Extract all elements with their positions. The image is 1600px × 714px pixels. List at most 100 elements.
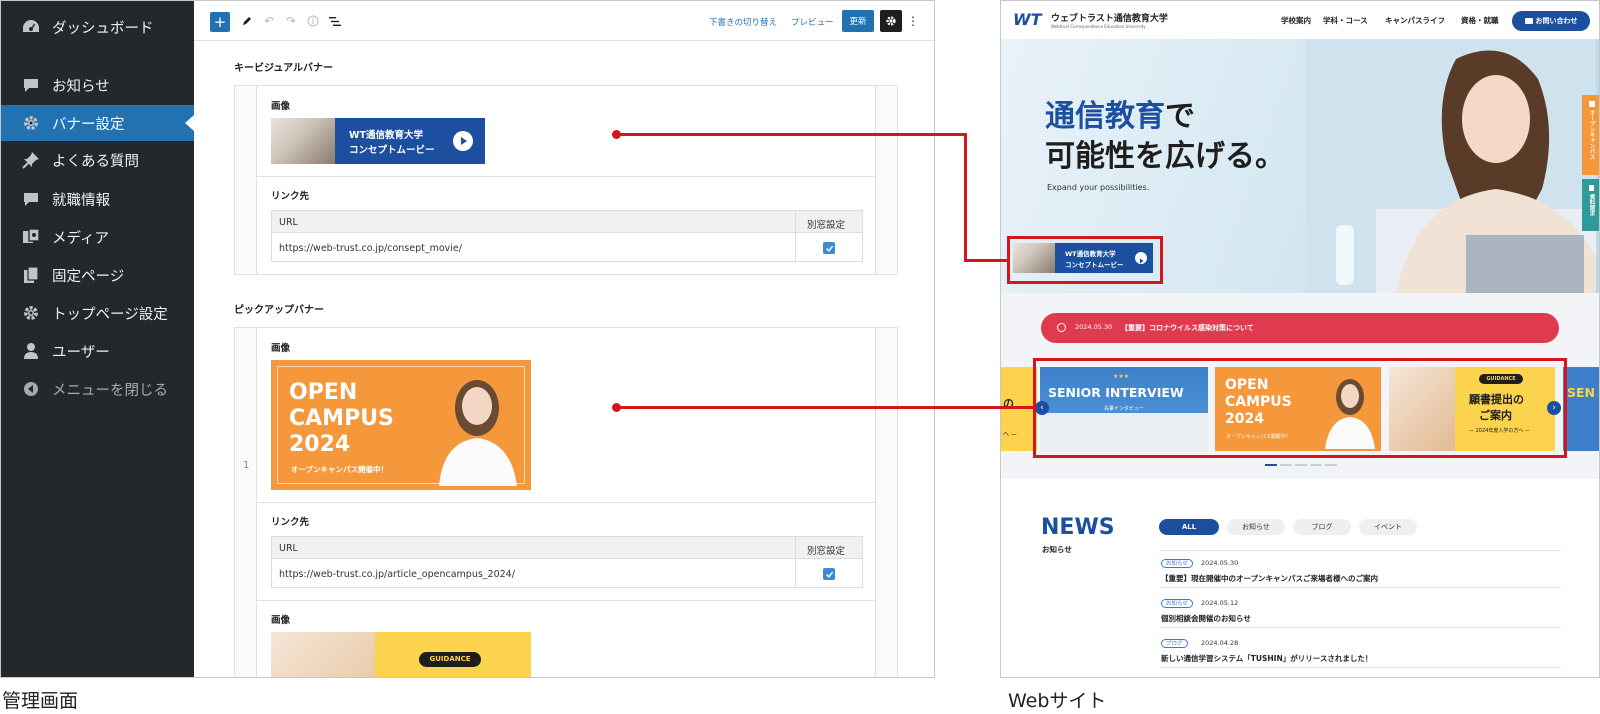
admin-screen: ダッシュボードお知らせバナー設定よくある質問 就職情報 メディア固定ページトップペー… bbox=[0, 0, 935, 678]
new-window-checkbox[interactable] bbox=[823, 568, 835, 580]
hero-headline-line1: 通信教育で bbox=[1045, 91, 1195, 135]
url-column-header: URL bbox=[279, 543, 298, 554]
filter-all[interactable]: ALL bbox=[1159, 519, 1219, 535]
nav-campus-life[interactable]: キャンパスライフ bbox=[1385, 15, 1445, 26]
nav-courses[interactable]: 学科・コース bbox=[1323, 15, 1368, 26]
switch-draft-link[interactable]: 下書きの切り替え bbox=[709, 16, 777, 28]
info-icon[interactable] bbox=[304, 12, 322, 30]
key-visual-banner-image[interactable]: WT通信教育大学 コンセプトムービー bbox=[271, 118, 485, 164]
sidebar-item-label: トップページ設定 bbox=[52, 306, 168, 323]
divider bbox=[1161, 587, 1561, 588]
partial-text: SEN bbox=[1567, 385, 1596, 400]
dashboard-icon bbox=[20, 16, 42, 38]
carousel-partial-left[interactable]: の へ — bbox=[1001, 367, 1037, 451]
contact-button[interactable]: お問い合わせ bbox=[1512, 11, 1590, 31]
filter-event[interactable]: イベント bbox=[1359, 519, 1417, 535]
sidebar-item-media[interactable]: メディア bbox=[1, 219, 194, 255]
nav-qualification[interactable]: 資格・就職 bbox=[1461, 15, 1499, 26]
news-item[interactable]: お知らせ 2024.05.12 個別相談会開催のお知らせ bbox=[1161, 599, 1561, 629]
alert-icon bbox=[1057, 323, 1066, 332]
carousel-dot[interactable] bbox=[1325, 464, 1337, 466]
admin-caption: 管理画面 bbox=[2, 690, 79, 712]
side-tab-request[interactable]: 資料請求 bbox=[1582, 179, 1599, 231]
block-editor: + ↶ ↷ 下書きの切り替え プレビュー 更新 ⋮ キービジュアルバナー 画像 … bbox=[194, 1, 934, 677]
row-gutter bbox=[235, 86, 257, 274]
key-visual-section-label: キービジュアルバナー bbox=[234, 63, 333, 74]
sidebar-item-jobs[interactable]: 就職情報 bbox=[1, 181, 194, 217]
sidebar-item-banner-settings[interactable]: バナー設定 bbox=[1, 105, 194, 141]
filter-blog[interactable]: ブログ bbox=[1293, 519, 1351, 535]
image-field-label: 画像 bbox=[271, 343, 291, 354]
news-item[interactable]: お知らせ 2024.05.30 【重要】現在開催中のオープンキャンパスご来場者様… bbox=[1161, 559, 1561, 589]
more-options-icon[interactable]: ⋮ bbox=[906, 12, 920, 30]
sidebar-item-top-page-settings[interactable]: トップページ設定 bbox=[1, 295, 194, 331]
banner-year-text: 2024 bbox=[289, 432, 351, 457]
comment-icon bbox=[20, 74, 42, 96]
divider bbox=[257, 600, 875, 601]
banner-open-text: OPEN bbox=[289, 380, 358, 405]
carousel-partial-right[interactable]: SEN bbox=[1563, 367, 1599, 451]
carousel-dot-active[interactable] bbox=[1265, 464, 1277, 466]
sidebar-item-label: バナー設定 bbox=[52, 116, 125, 133]
sidebar-item-news[interactable]: お知らせ bbox=[1, 67, 194, 103]
sidebar-item-label: ダッシュボード bbox=[52, 20, 154, 37]
sidebar-item-faq[interactable]: よくある質問 bbox=[1, 142, 194, 178]
update-button[interactable]: 更新 bbox=[842, 10, 874, 32]
sidebar-item-label: ユーザー bbox=[52, 344, 110, 361]
editor-toolbar: + ↶ ↷ 下書きの切り替え プレビュー 更新 ⋮ bbox=[194, 1, 934, 41]
column-divider bbox=[795, 537, 796, 587]
preview-link[interactable]: プレビュー bbox=[791, 16, 834, 28]
logo-mark[interactable]: WT bbox=[1013, 10, 1042, 29]
news-title-text: 新しい通信学習システム「TUSHIN」がリリースされました！ bbox=[1161, 654, 1373, 663]
connector-line bbox=[964, 133, 967, 262]
filter-news[interactable]: お知らせ bbox=[1227, 519, 1285, 535]
media-icon bbox=[20, 226, 42, 248]
logo-subtitle: Webtrust Correspondence Education Univer… bbox=[1051, 24, 1146, 29]
side-tab-request-label: 資料請求 bbox=[1588, 194, 1595, 216]
sidebar-item-collapse-menu[interactable]: メニューを閉じる bbox=[1, 371, 194, 407]
new-window-checkbox[interactable] bbox=[823, 242, 835, 254]
pencil-icon[interactable] bbox=[238, 12, 256, 30]
hero-headline-accent: 通信教育 bbox=[1045, 99, 1165, 134]
carousel-dot[interactable] bbox=[1310, 464, 1322, 466]
pin-icon bbox=[20, 149, 42, 171]
sidebar-item-label: 固定ページ bbox=[52, 268, 125, 285]
add-block-button[interactable]: + bbox=[210, 12, 230, 32]
redo-icon[interactable]: ↷ bbox=[282, 12, 300, 30]
news-date: 2024.05.12 bbox=[1201, 599, 1239, 607]
undo-icon[interactable]: ↶ bbox=[260, 12, 278, 30]
settings-gear-button[interactable] bbox=[880, 10, 902, 32]
gear-icon bbox=[20, 112, 42, 134]
sidebar-item-dashboard[interactable]: ダッシュボード bbox=[1, 9, 194, 45]
row-actions-gutter[interactable] bbox=[875, 328, 897, 677]
alert-bar[interactable]: 2024.05.30 【重要】コロナウイルス感染対策について bbox=[1041, 313, 1559, 343]
list-view-icon[interactable] bbox=[326, 12, 344, 30]
news-item[interactable]: ブログ 2024.04.28 新しい通信学習システム「TUSHIN」がリリースさ… bbox=[1161, 639, 1561, 669]
open-campus-banner-image[interactable]: OPEN CAMPUS 2024 オープンキャンパス開催中！ bbox=[271, 360, 531, 490]
row-actions-gutter[interactable] bbox=[875, 86, 897, 274]
carousel-dot[interactable] bbox=[1295, 464, 1307, 466]
image-field-label: 画像 bbox=[271, 615, 291, 626]
news-title: NEWS bbox=[1041, 515, 1115, 540]
url-input[interactable]: https://web-trust.co.jp/article_opencamp… bbox=[279, 569, 515, 580]
hero-headline-rest: で bbox=[1165, 99, 1195, 134]
sidebar-item-pages[interactable]: 固定ページ bbox=[1, 257, 194, 293]
side-tab-open-campus[interactable]: オープンキャンパス bbox=[1582, 95, 1599, 175]
sidebar-item-users[interactable]: ユーザー bbox=[1, 333, 194, 369]
news-filter-line bbox=[1161, 550, 1561, 551]
link-field-label: リンク先 bbox=[271, 191, 310, 202]
url-input[interactable]: https://web-trust.co.jp/consept_movie/ bbox=[279, 243, 462, 254]
guidance-banner-image[interactable]: GUIDANCE bbox=[271, 632, 531, 677]
carousel-dot[interactable] bbox=[1280, 464, 1292, 466]
collapse-icon bbox=[20, 378, 42, 400]
news-date: 2024.04.28 bbox=[1201, 639, 1239, 647]
divider bbox=[1161, 627, 1561, 628]
row-gutter bbox=[235, 328, 257, 677]
divider bbox=[257, 502, 875, 503]
nav-school[interactable]: 学校案内 bbox=[1281, 15, 1311, 26]
hero-subtitle: Expand your possibilities. bbox=[1047, 183, 1150, 192]
logo-name[interactable]: ウェブトラスト通信教育大学 bbox=[1051, 11, 1168, 24]
admin-sidebar: ダッシュボードお知らせバナー設定よくある質問 就職情報 メディア固定ページトップペー… bbox=[1, 1, 194, 677]
student-photo bbox=[429, 368, 523, 486]
connector-line bbox=[616, 406, 1035, 409]
